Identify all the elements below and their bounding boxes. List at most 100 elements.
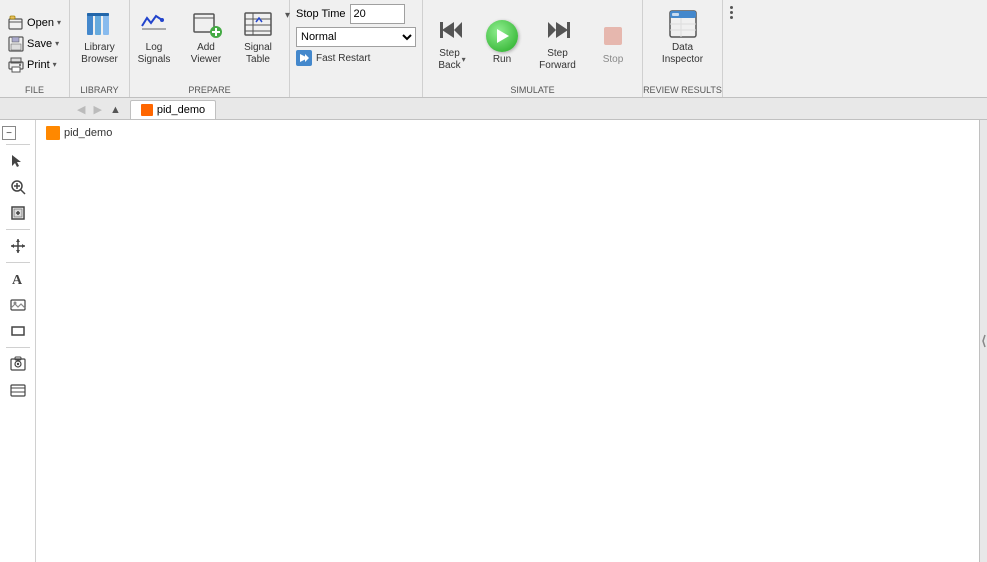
run-icon [486,20,518,52]
library-browser-icon [84,8,116,40]
data-inspector-icon [667,8,699,40]
screenshot-icon [10,356,26,372]
nav-up-button[interactable]: ▲ [107,103,124,117]
print-button[interactable]: Print ▾ [4,55,65,75]
fast-restart-icon [296,50,312,66]
library-group: LibraryBrowser LIBRARY [70,0,130,97]
model-name-label: pid_demo [64,127,112,139]
save-icon [8,36,24,52]
main-area: − [0,120,987,562]
step-back-dropdown: ▾ [462,55,466,64]
signal-table-icon [242,8,274,40]
zoom-region-icon [10,179,26,195]
prepare-group-content: Log Signals Add Viewer [129,2,290,95]
text-tool-button[interactable]: A [5,267,31,291]
stop-time-input[interactable] [350,4,405,24]
print-icon [8,57,24,73]
more-options-button[interactable] [723,4,739,21]
prepare-expand-icon: ▾ [285,10,290,21]
model-title-row: pid_demo [46,126,112,140]
image-tool-button[interactable] [5,293,31,317]
simulate-group: StepBack ▾ Run [423,0,643,97]
toggle-icon [981,331,987,351]
image-icon [10,297,26,313]
sidebar-divider-4 [6,347,30,348]
step-back-icon [436,14,468,46]
log-signals-label: Log Signals [135,42,173,66]
save-label: Save [27,38,52,50]
ribbon-toolbar: Open ▾ Save ▾ [0,0,987,97]
step-back-button[interactable]: StepBack ▾ [427,10,477,76]
add-viewer-icon [190,8,222,40]
data-inspector-button[interactable]: Data Inspector [647,4,718,70]
simulate-group-content: StepBack ▾ Run [427,2,638,95]
left-sidebar: − [0,120,36,562]
more-dot-1 [730,6,733,9]
stop-time-group: Stop Time Normal Accelerator Rapid Accel… [290,0,423,97]
library-browser-button[interactable]: LibraryBrowser [75,4,125,70]
nav-back-button[interactable]: ◀ [74,102,88,117]
zoom-region-tool-button[interactable] [5,175,31,199]
more-dot-2 [730,11,733,14]
log-signals-button[interactable]: Log Signals [129,4,179,70]
tab-label: pid_demo [157,104,205,116]
prepare-group: Log Signals Add Viewer [130,0,290,97]
prepare-section-label: PREPARE [130,85,289,95]
pointer-icon [10,153,26,169]
run-label: Run [493,54,511,66]
fit-view-icon [10,205,26,221]
run-button[interactable]: Run [477,16,527,70]
library-section-label: LIBRARY [70,85,129,95]
text-icon: A [10,271,26,287]
screenshot-tool-button[interactable] [5,352,31,376]
pointer-tool-button[interactable] [5,149,31,173]
canvas-area: pid_demo [36,120,987,562]
open-icon [8,15,24,31]
add-viewer-button[interactable]: Add Viewer [181,4,231,70]
rect-icon [10,323,26,339]
print-label: Print [27,59,50,71]
tab-model-icon [141,104,153,116]
active-tab[interactable]: pid_demo [130,100,216,119]
save-dropdown-icon: ▾ [55,39,59,48]
stop-button[interactable]: Stop [588,16,638,70]
prepare-dropdown-arrow[interactable]: ▾ [285,4,290,21]
nav-arrows: ◀ ▶ ▲ [70,100,128,119]
bottom-tool-icon [10,382,26,398]
review-section-label: REVIEW RESULTS [643,85,722,95]
fast-restart-row[interactable]: Fast Restart [296,50,416,66]
open-button[interactable]: Open ▾ [4,13,65,33]
svg-text:A: A [12,273,23,287]
nav-forward-button[interactable]: ▶ [90,102,104,117]
stop-icon [597,20,629,52]
file-group: Open ▾ Save ▾ [0,0,70,97]
bottom-tool-button[interactable] [5,378,31,402]
signal-table-button[interactable]: Signal Table [233,4,283,70]
file-group-content: Open ▾ Save ▾ [4,2,65,95]
sidebar-divider-2 [6,229,30,230]
pan-icon [10,238,26,254]
review-group: Data Inspector REVIEW RESULTS [643,0,723,97]
stop-time-label: Stop Time [296,8,346,20]
app-window: Open ▾ Save ▾ [0,0,987,562]
pan-tool-button[interactable] [5,234,31,258]
fast-restart-label: Fast Restart [316,53,370,64]
simulation-mode-select[interactable]: Normal Accelerator Rapid Accelerator Ext… [296,27,416,47]
step-forward-button[interactable]: Step Forward [527,10,588,76]
sidebar-divider-3 [6,262,30,263]
right-panel-toggle[interactable] [979,120,987,562]
review-group-content: Data Inspector [647,2,718,95]
sidebar-divider-1 [6,144,30,145]
stop-time-row: Stop Time [296,4,416,24]
model-icon [46,126,60,140]
library-group-content: LibraryBrowser [75,2,125,95]
simulate-section-label: SIMULATE [423,85,642,95]
expand-button[interactable]: − [2,126,16,140]
library-browser-label: LibraryBrowser [81,42,118,66]
save-button[interactable]: Save ▾ [4,34,65,54]
data-inspector-label: Data Inspector [653,42,712,66]
rect-tool-button[interactable] [5,319,31,343]
step-forward-icon [542,14,574,46]
step-back-label-row: StepBack ▾ [438,48,465,72]
fit-view-tool-button[interactable] [5,201,31,225]
